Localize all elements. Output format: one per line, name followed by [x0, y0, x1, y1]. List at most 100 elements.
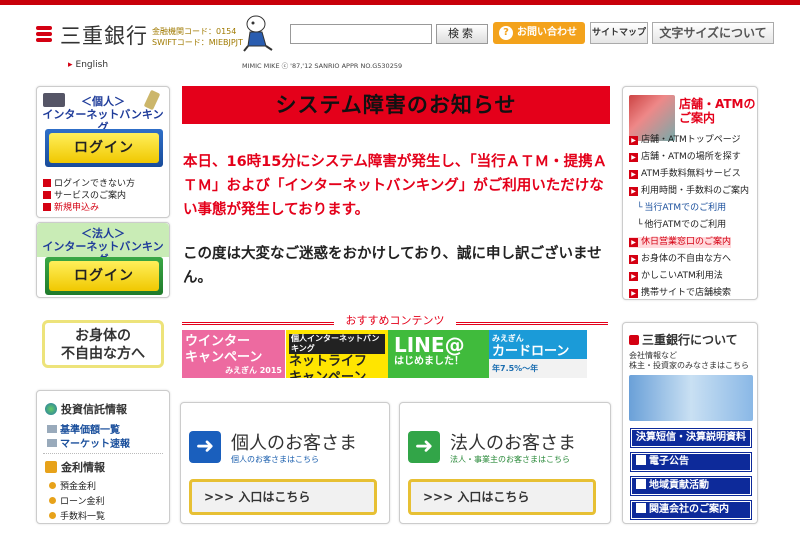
swift-code: SWIFTコード：MIEBJPJT [152, 38, 243, 47]
corporate-login-label: ログイン [49, 261, 159, 291]
divider [43, 453, 163, 454]
notice-body: 本日、16時15分にシステム障害が発生し、「当行ＡＴＭ・提携ＡＴＭ」および「イン… [183, 154, 608, 218]
rate-icon [45, 461, 57, 473]
corporate-customers-panel: ➜ 法人のお客さま 法人・事業主のお客さまはこちら >>> 入口はこちら [399, 402, 611, 524]
individual-title: 個人のお客さま [231, 433, 357, 454]
individual-enter-button[interactable]: >>> 入口はこちら [189, 479, 377, 515]
card-banner-rate: 年7.5%〜年 [492, 364, 539, 373]
netlife-campaign-banner[interactable]: 個人インターネットバンキング ネットライフ キャンペーン [285, 330, 388, 378]
card-banner-sub: みえぎん [492, 334, 524, 343]
branch-atm-panel: 店舗・ATMのご案内 店舗・ATMトップページ 店舗・ATMの場所を探す ATM… [622, 86, 758, 300]
new-application-link[interactable]: 新規申込み [43, 203, 99, 214]
nav-list-link[interactable]: 基準価額一覧 [47, 421, 120, 436]
notice-title: システム障害のお知らせ [182, 86, 610, 124]
bank-logo-icon[interactable] [36, 26, 52, 42]
line-account-banner[interactable]: LINE@ はじめました！ [388, 330, 491, 378]
netlife-banner-sub: 個人インターネットバンキング [289, 334, 385, 354]
winter-banner-line2: キャンペーン [185, 350, 263, 365]
about-desc-1: 会社情報など [629, 351, 677, 360]
winter-banner-line1: ウインター [185, 334, 251, 349]
contact-label: お問い合わせ [517, 27, 577, 38]
individual-customers-panel: ➜ 個人のお客さま 個人のお客さまはこちら >>> 入口はこちら [180, 402, 390, 524]
document-icon [636, 479, 646, 489]
bank-logo-icon [629, 335, 639, 345]
about-bank-panel: 三重銀行について 会社情報など 株主・投資家のみなさまはこちら 決算短信・決算説… [622, 322, 758, 524]
card-loan-banner[interactable]: みえぎん カードローン 年7.5%〜年 [489, 330, 587, 378]
community-link[interactable]: 地域貢献活動 [630, 476, 752, 496]
corporate-ib-panel: ＜法人＞ インターネットバンキング ログイン [36, 222, 170, 298]
corporate-header: ➜ 法人のお客さま 法人・事業主のお客さまはこちら [408, 429, 600, 464]
corporate-ib-title-1: ＜法人＞ [81, 227, 125, 240]
loan-rate-link[interactable]: ローン金利 [49, 494, 105, 507]
card-banner-title: カードローン [492, 344, 570, 359]
branch-search-link[interactable]: 店舗・ATMの場所を探す [629, 152, 741, 163]
cannot-login-link[interactable]: ログインできない方 [43, 179, 135, 190]
about-desc-2: 株主・投資家のみなさまはこちら [629, 361, 749, 370]
financial-results-label: 決算短信・決算説明資料 [636, 432, 746, 443]
mascot-image [242, 14, 274, 52]
smart-atm-link[interactable]: かしこいATM利用法 [629, 271, 723, 282]
branch-top-link[interactable]: 店舗・ATMトップページ [629, 135, 741, 146]
search-button[interactable]: 検索 [436, 24, 488, 44]
mobile-search-link[interactable]: 携帯サイトで店舗検索 [629, 288, 731, 299]
market-news-link[interactable]: マーケット速報 [47, 435, 130, 450]
financial-results-link[interactable]: 決算短信・決算説明資料 [630, 428, 752, 448]
about-description: 会社情報など 株主・投資家のみなさまはこちら [629, 351, 749, 371]
own-atm-link[interactable]: 当行ATMでのご利用 [637, 203, 726, 214]
e-notice-link[interactable]: 電子公告 [630, 452, 752, 472]
line-banner-title: LINE@ [394, 333, 465, 357]
search-input[interactable] [290, 24, 432, 44]
recommended-title: おすすめコンテンツ [334, 313, 456, 329]
bank-name[interactable]: 三重銀行 [60, 20, 148, 50]
about-title-label: 三重銀行について [642, 333, 738, 347]
top-accent-bar [0, 0, 800, 5]
disability-label-2: 不自由な方へ [61, 346, 145, 362]
holiday-window-link[interactable]: 休日営業窓口のご案内 [629, 237, 732, 248]
document-icon [636, 503, 646, 513]
document-icon [636, 455, 646, 465]
deposit-rate-link[interactable]: 預金金利 [49, 479, 96, 492]
line-banner-sub: はじめました！ [394, 356, 464, 367]
corporate-enter-button[interactable]: >>> 入口はこちら [408, 479, 596, 515]
netlife-banner-line2: キャンペーン [289, 370, 367, 378]
new-application-label: 新規申込み [54, 203, 100, 213]
english-link[interactable]: English [68, 60, 109, 70]
disability-branch-link[interactable]: お身体の不自由な方へ [629, 254, 731, 265]
sitemap-button[interactable]: サイトマップ [590, 22, 648, 44]
community-label: 地域貢献活動 [649, 480, 709, 491]
other-atm-link[interactable]: 他行ATMでのご利用 [637, 220, 726, 231]
netlife-banner-line1: ネットライフ [289, 354, 368, 369]
personal-ib-title-1: ＜個人＞ [81, 95, 125, 108]
arrow-right-icon: ➜ [408, 431, 440, 463]
hours-fees-link[interactable]: 利用時間・手数料のご案内 [629, 186, 749, 197]
building-image [629, 375, 753, 421]
winter-banner-sub: みえぎん 2015 [225, 366, 282, 375]
service-guide-link[interactable]: サービスのご案内 [43, 191, 126, 202]
affiliates-link[interactable]: 関連会社のご案内 [630, 500, 752, 520]
e-notice-label: 電子公告 [649, 456, 689, 467]
affiliates-label: 関連会社のご案内 [649, 504, 729, 515]
personal-ib-panel: ＜個人＞ インターネットバンキング ログイン ログインできない方 サービスのご案… [36, 86, 170, 218]
bank-codes: 金融機関コード：0154 SWIFTコード：MIEBJPJT [152, 26, 243, 48]
investment-title: 投資信託情報 [45, 401, 127, 417]
personal-login-label: ログイン [49, 133, 159, 163]
winter-campaign-banner[interactable]: ウインター キャンペーン みえぎん 2015 [182, 330, 285, 378]
individual-header: ➜ 個人のお客さま 個人のお客さまはこちら [189, 429, 381, 464]
corporate-login-button[interactable]: ログイン [45, 257, 163, 295]
cannot-login-label: ログインできない方 [54, 179, 136, 189]
personal-login-button[interactable]: ログイン [45, 129, 163, 167]
atm-free-link[interactable]: ATM手数料無料サービス [629, 169, 741, 180]
investment-panel: 投資信託情報 基準価額一覧 マーケット速報 金利情報 預金金利 ローン金利 手数… [36, 390, 170, 524]
corporate-subtitle: 法人・事業主のお客さまはこちら [450, 455, 570, 464]
fee-list-link[interactable]: 手数料一覧 [49, 509, 105, 522]
investment-title-label: 投資信託情報 [61, 403, 127, 416]
contact-button[interactable]: ? お問い合わせ [493, 22, 585, 44]
corporate-title: 法人のお客さま [450, 433, 576, 454]
individual-subtitle: 個人のお客さまはこちら [231, 455, 319, 464]
disability-label-1: お身体の [75, 328, 131, 344]
bank-code: 金融機関コード：0154 [152, 27, 237, 36]
font-size-button[interactable]: 文字サイズについて [652, 22, 774, 44]
disability-button[interactable]: お身体の 不自由な方へ [42, 320, 164, 368]
rates-title: 金利情報 [45, 459, 105, 475]
rates-title-label: 金利情報 [61, 461, 105, 474]
